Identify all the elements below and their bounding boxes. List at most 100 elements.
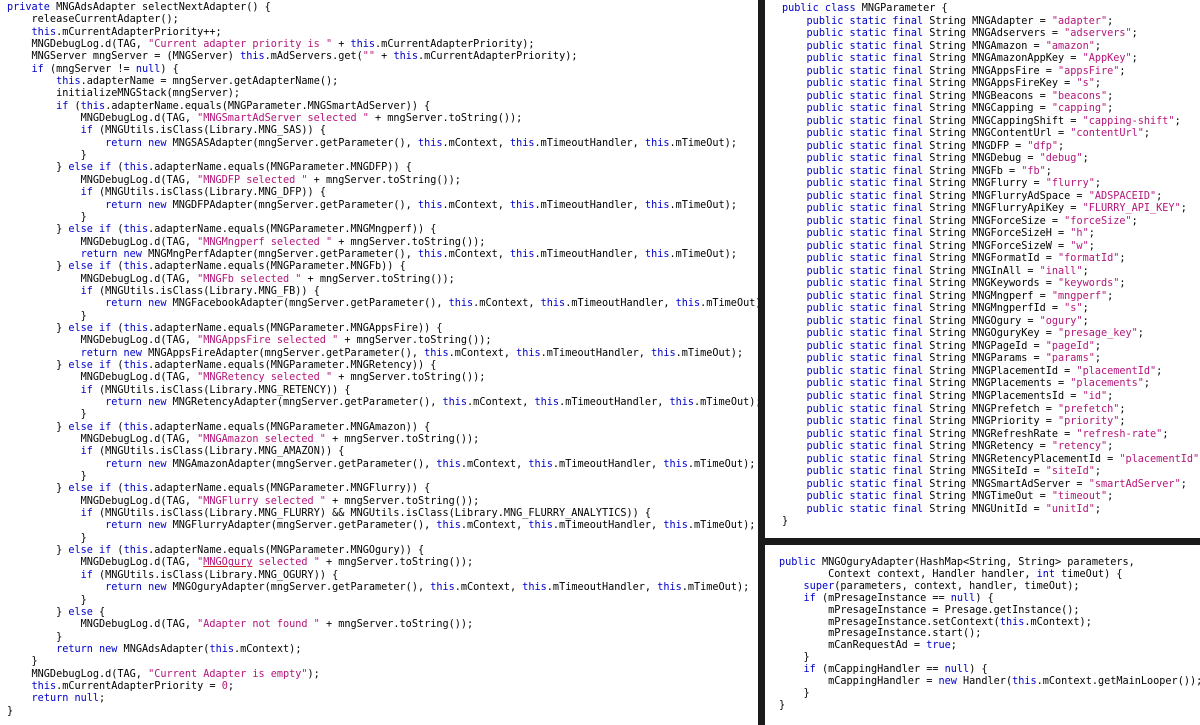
- code-token: .mTimeoutHandler,: [534, 199, 645, 211]
- code-token: MNGOgury: [203, 557, 253, 569]
- code-token: ;: [1107, 15, 1114, 27]
- code-token: .mTimeOut);: [687, 520, 756, 532]
- code-token: .mTimeOut);: [700, 298, 758, 310]
- code-line: if (mPresageInstance == null) {: [779, 593, 1200, 605]
- code-token: ) {: [969, 664, 988, 676]
- code-token: public static final: [806, 303, 924, 315]
- code-token: this: [509, 137, 535, 149]
- code-token: String MNGAdservers =: [923, 28, 1065, 40]
- code-token: +: [332, 39, 351, 51]
- code-token: .mTimeoutHandler,: [534, 137, 645, 149]
- code-line: public static final String MNGContentUrl…: [782, 128, 1200, 141]
- code-token: public static final: [806, 203, 924, 215]
- code-token: MNGDebugLog.d(TAG,: [7, 557, 198, 569]
- code-token: ;: [1094, 78, 1101, 90]
- code-token: + mngServer.toString());: [325, 495, 480, 507]
- code-token: .mContext,: [442, 199, 510, 211]
- code-token: ;: [1094, 340, 1101, 352]
- code-token: public static final: [806, 403, 924, 415]
- code-token: else if: [68, 545, 112, 557]
- code-token: String MNGCappingShift =: [923, 115, 1083, 127]
- code-token: return new: [105, 520, 167, 532]
- code-token: this: [657, 582, 682, 594]
- code-token: "params": [1045, 353, 1095, 365]
- code-token: this: [350, 39, 376, 51]
- code-token: return new: [105, 458, 167, 470]
- code-line: } else if (this.adapterName.equals(MNGPa…: [7, 162, 758, 174]
- code-token: MNGAdsAdapter(: [117, 643, 210, 655]
- code-token: .mTimeOut);: [681, 582, 750, 594]
- code-token: (: [111, 545, 124, 557]
- code-token: }: [782, 516, 789, 528]
- code-token: return new: [56, 643, 118, 655]
- code-token: ;: [1094, 466, 1101, 478]
- code-line: if (MNGUtils.isClass(Library.MNG_RETENCY…: [7, 385, 758, 397]
- code-token: + mngServer.toString());: [332, 236, 486, 248]
- code-token: "dfp": [1027, 140, 1059, 152]
- code-token: ;: [1131, 28, 1138, 40]
- code-line: MNGDebugLog.d(TAG, "MNGAmazon selected "…: [7, 434, 758, 446]
- code-token: if: [80, 446, 93, 458]
- code-token: }: [7, 705, 14, 717]
- code-token: "beacons": [1051, 90, 1108, 102]
- code-token: .adapterName.equals(MNGParameter.MNGDFP)…: [148, 162, 412, 174]
- code-token: String MNGPlacementsId =: [923, 390, 1083, 402]
- code-token: String MNGFlurryApiKey =: [923, 203, 1083, 215]
- code-token: String MNGPlacements =: [923, 378, 1071, 390]
- code-token: "s": [1076, 78, 1095, 90]
- code-token: public static final: [806, 416, 924, 428]
- code-token: mPresageInstance = Presage.getInstance()…: [779, 604, 1080, 616]
- code-token: + mngServer.toString());: [338, 335, 492, 347]
- code-token: .mTimeoutHandler,: [559, 397, 670, 408]
- code-token: public class: [782, 3, 856, 14]
- code-line: } else if (this.adapterName.equals(MNGPa…: [7, 545, 758, 557]
- code-token: this: [123, 359, 149, 371]
- code-line: public static final String MNGAmazonAppK…: [782, 53, 1200, 66]
- code-line: public static final String MNGBeacons = …: [782, 91, 1200, 104]
- code-token: public static final: [806, 178, 924, 190]
- code-line: MNGDebugLog.d(TAG, "MNGMngperf selected …: [7, 237, 758, 249]
- code-token: MNGDebugLog.d(TAG,: [7, 619, 198, 631]
- code-line: }: [7, 212, 758, 224]
- code-token: }: [7, 471, 87, 483]
- code-token: (MNGUtils.isClass(Library.MNG_DFP)) {: [92, 187, 326, 199]
- code-line: public static final String MNGMngperfId …: [782, 303, 1200, 316]
- code-line: } else if (this.adapterName.equals(MNGPa…: [7, 422, 758, 434]
- code-token: }: [7, 359, 69, 371]
- code-token: .adapterName.equals(MNGParameter.MNGRete…: [148, 359, 437, 371]
- code-token: public static final: [806, 78, 924, 90]
- code-token: .mCurrentAdapterPriority++;: [56, 26, 222, 38]
- code-token: public static final: [806, 453, 924, 465]
- code-token: public static final: [806, 215, 924, 227]
- code-line: return new MNGFacebookAdapter(mngServer.…: [7, 298, 758, 310]
- code-token: MNGDebugLog.d(TAG,: [7, 668, 149, 680]
- code-line: }: [7, 471, 758, 483]
- code-line: public static final String MNGKeywords =…: [782, 278, 1200, 291]
- code-line: if (MNGUtils.isClass(Library.MNG_AMAZON)…: [7, 446, 758, 458]
- code-token: .adapterName.equals(MNGParameter.MNGOgur…: [148, 545, 425, 557]
- code-token: public static final: [806, 478, 924, 490]
- code-token: MNGOguryAdapter(HashMap<String, String> …: [815, 557, 1135, 568]
- code-panel-select-next-adapter: private MNGAdsAdapter selectNextAdapter(…: [0, 0, 758, 725]
- code-token: }: [7, 656, 38, 668]
- code-token: String MNGAmazonAppKey =: [923, 53, 1083, 65]
- code-line: public static final String MNGSiteId = "…: [782, 466, 1200, 479]
- code-token: "MNGRetency selected ": [197, 372, 333, 384]
- code-token: this: [528, 520, 553, 532]
- code-line: Context context, Handler handler, int ti…: [779, 569, 1200, 581]
- code-token: String MNGOguryKey =: [923, 328, 1059, 340]
- code-token: }: [7, 483, 69, 495]
- code-token: "capping": [1051, 103, 1108, 115]
- code-token: this: [31, 26, 57, 38]
